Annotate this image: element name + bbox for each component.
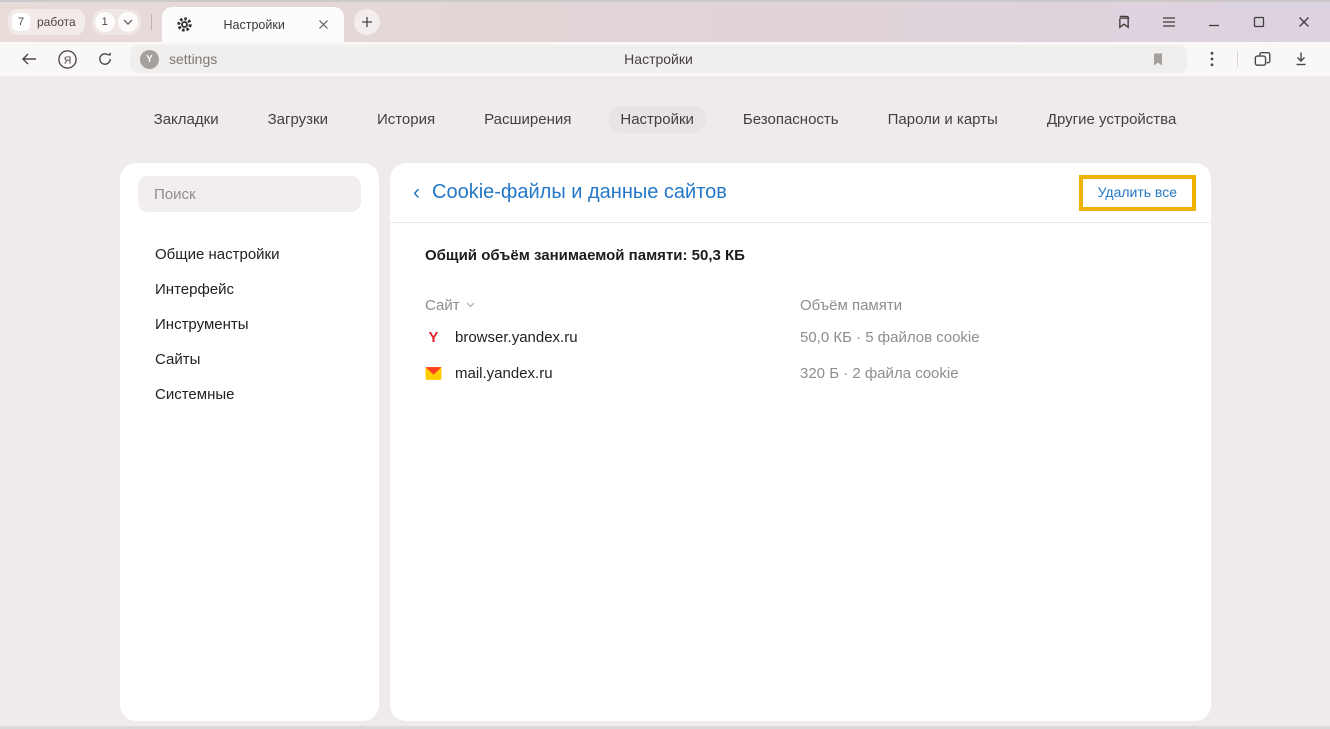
sidebar-item-sites[interactable]: Сайты [138,342,361,377]
sort-chevron-icon [466,302,475,308]
page-title: Cookie-файлы и данные сайтов [432,181,727,204]
back-icon[interactable] [18,48,40,70]
site-domain: mail.yandex.ru [455,365,553,382]
maximize-icon[interactable] [1249,12,1269,32]
yandex-mail-favicon [425,365,442,382]
close-window-icon[interactable] [1294,12,1314,32]
tab-strip: 7 работа 1 Настройки [0,0,1330,42]
settings-nav: Закладки Загрузки История Расширения Нас… [0,104,1330,134]
sidebar-item-general[interactable]: Общие настройки [138,237,361,272]
total-memory-label: Общий объём занимаемой памяти: 50,3 КБ [425,247,1176,264]
cookies-panel: ‹ Cookie-файлы и данные сайтов Удалить в… [390,163,1211,721]
collapsed-tabs-pill[interactable]: 1 [92,9,141,35]
kebab-menu-icon[interactable] [1201,48,1223,70]
toolbar: Я Y settings Настройки [0,42,1330,76]
new-tab-button[interactable] [354,9,380,35]
refresh-icon[interactable] [94,48,116,70]
nav-downloads[interactable]: Загрузки [256,106,340,133]
active-tab[interactable]: Настройки [162,7,344,42]
yandex-logo-icon[interactable]: Я [56,48,78,70]
tab-group-name: работа [37,15,76,29]
svg-text:Я: Я [63,54,71,66]
table-header-row: Сайт Объём памяти [425,291,1176,319]
bookmark-icon[interactable] [1147,48,1169,70]
table-row[interactable]: mail.yandex.ru 320 Б · 2 файла cookie [425,355,1176,391]
sidebar-item-system[interactable]: Системные [138,377,361,412]
header-divider [390,222,1211,223]
tab-close-icon[interactable] [314,15,334,35]
sidebar-list: Общие настройки Интерфейс Инструменты Са… [138,237,361,412]
tab-groups-icon[interactable] [1252,48,1274,70]
minimize-icon[interactable] [1204,12,1224,32]
site-size: 50,0 КБ · 5 файлов cookie [800,329,1176,346]
tab-group-pill[interactable]: 7 работа [8,9,85,35]
nav-settings[interactable]: Настройки [608,106,706,133]
nav-other-devices[interactable]: Другие устройства [1035,106,1188,133]
downloads-icon[interactable] [1290,48,1312,70]
column-size: Объём памяти [800,297,1176,314]
column-site[interactable]: Сайт [425,297,800,314]
site-badge-icon[interactable]: Y [140,50,159,69]
delete-all-button[interactable]: Удалить все [1098,184,1177,200]
url-text: settings [169,51,217,67]
sidebar-panel-icon[interactable] [1114,12,1134,32]
address-page-title: Настройки [130,51,1187,67]
chevron-down-icon[interactable] [118,12,138,32]
nav-extensions[interactable]: Расширения [472,106,583,133]
table-row[interactable]: Y browser.yandex.ru 50,0 КБ · 5 файлов c… [425,319,1176,355]
sidebar-item-tools[interactable]: Инструменты [138,307,361,342]
nav-security[interactable]: Безопасность [731,106,851,133]
tab-strip-divider [151,14,152,30]
search-input[interactable] [138,176,361,212]
nav-passwords[interactable]: Пароли и карты [876,106,1010,133]
yandex-browser-favicon: Y [425,329,442,346]
nav-bookmarks[interactable]: Закладки [142,106,231,133]
panel-header: ‹ Cookie-файлы и данные сайтов Удалить в… [390,163,1211,222]
nav-history[interactable]: История [365,106,447,133]
toolbar-divider [1237,51,1238,67]
cookies-table: Сайт Объём памяти Y browser.yandex.ru 50… [425,291,1176,391]
settings-sidebar: Общие настройки Интерфейс Инструменты Са… [120,163,379,721]
back-chevron-icon[interactable]: ‹ [413,183,420,203]
address-bar[interactable]: Y settings Настройки [130,45,1187,73]
site-domain: browser.yandex.ru [455,329,578,346]
delete-all-highlight[interactable]: Удалить все [1079,175,1196,211]
browser-window: 7 работа 1 Настройки [0,0,1330,729]
menu-icon[interactable] [1159,12,1179,32]
gear-icon [175,15,195,35]
collapsed-tabs-count: 1 [95,12,115,32]
tab-group-count: 7 [12,13,30,31]
active-tab-title: Настройки [195,18,314,32]
site-size: 320 Б · 2 файла cookie [800,365,1176,382]
sidebar-item-interface[interactable]: Интерфейс [138,272,361,307]
